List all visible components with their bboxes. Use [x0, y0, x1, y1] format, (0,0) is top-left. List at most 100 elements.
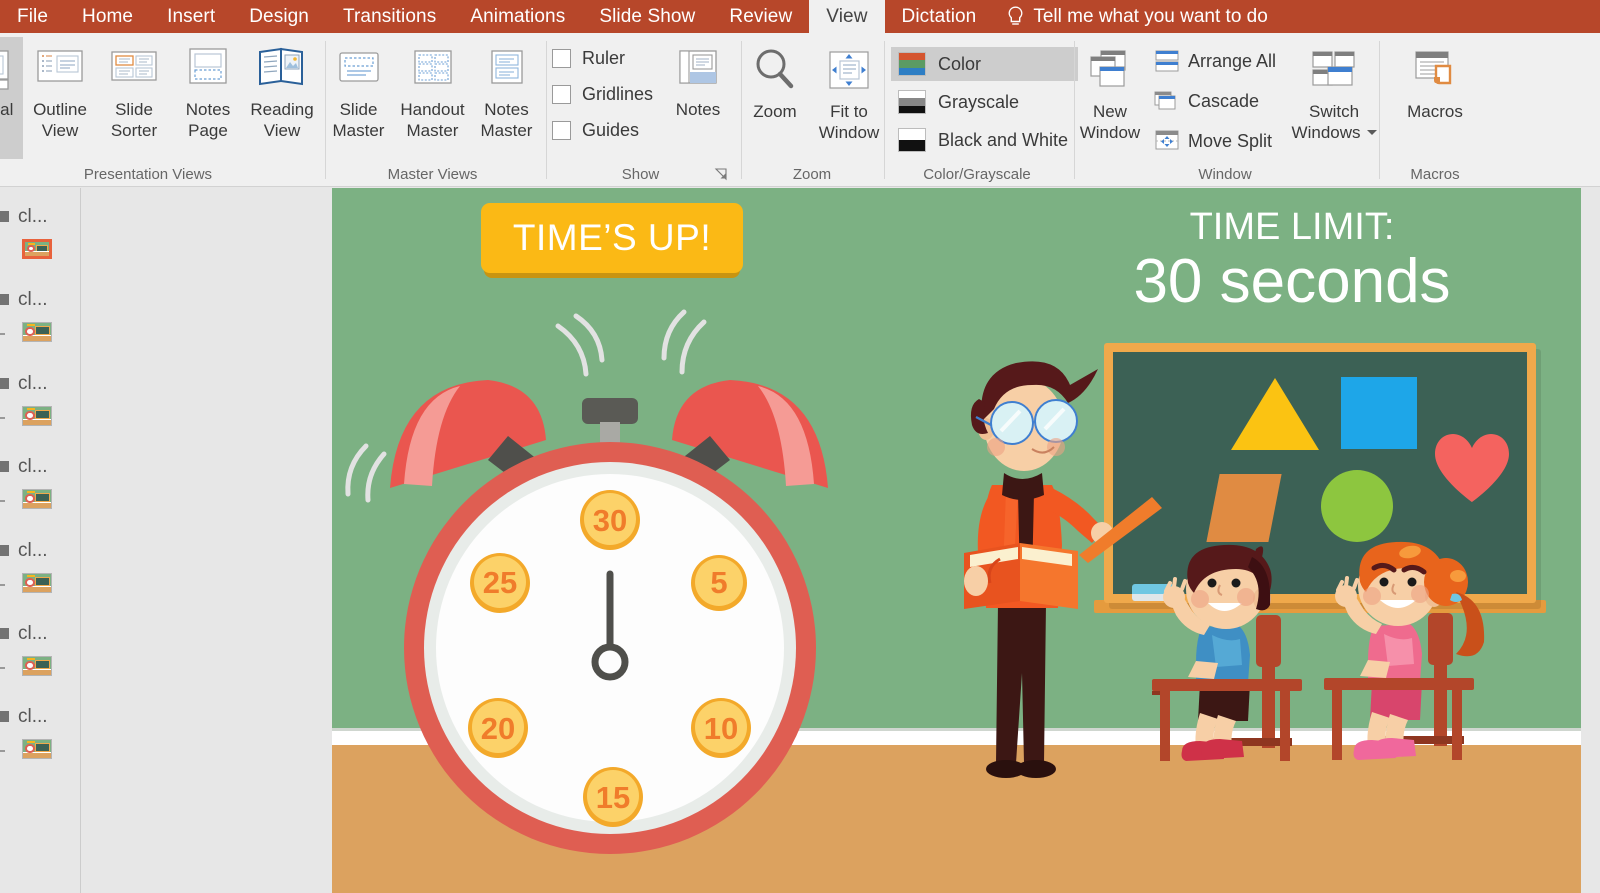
switch-windows-icon	[1308, 45, 1360, 97]
move-split-button[interactable]: Move Split	[1154, 125, 1276, 157]
student-girl-figure	[1322, 538, 1522, 788]
shape-heart	[1433, 432, 1511, 504]
times-up-banner: TIME’S UP!	[481, 203, 743, 273]
handout-master-button[interactable]: Handout Master	[396, 37, 470, 159]
group-title-presentation-views: Presentation Views	[83, 166, 213, 183]
time-limit-label: TIME LIMIT:	[1189, 206, 1395, 248]
thumbnail-label-4: cl...	[18, 456, 48, 477]
group-title-macros: Macros	[1410, 166, 1460, 183]
color-swatch-icon	[898, 52, 926, 76]
thumbnail-label-1: cl...	[18, 206, 48, 227]
group-title-master-views: Master Views	[387, 166, 478, 183]
thumbnail-preview-7[interactable]	[22, 739, 52, 759]
notes-master-label-line2: Master	[480, 121, 533, 140]
group-show: Ruler Gridlines Guides Notes Show	[547, 33, 734, 187]
thumbnail-grip-7	[0, 711, 9, 722]
clock-marker-30: 30	[593, 503, 627, 538]
cascade-button[interactable]: Cascade	[1154, 85, 1276, 117]
thumbnail-preview-4[interactable]	[22, 489, 52, 509]
thumbnail-grip-1	[0, 211, 9, 222]
lightbulb-icon	[1008, 5, 1023, 25]
slide-thumbnail-panel[interactable]: cl... cl... cl... cl... cl... cl... cl..…	[0, 188, 81, 893]
tab-home[interactable]: Home	[65, 0, 150, 33]
tab-slide-show[interactable]: Slide Show	[582, 0, 712, 33]
alarm-clock: 30 5 10 15 20 25	[332, 288, 852, 854]
macros-button[interactable]: Macros	[1390, 39, 1480, 124]
thumbnail-preview-5[interactable]	[22, 573, 52, 593]
ruler-checkbox-row[interactable]: Ruler	[551, 43, 653, 73]
ruler-checkbox[interactable]	[551, 48, 571, 68]
group-zoom: Zoom Fit to Window Zoom	[742, 33, 882, 187]
notes-page-button[interactable]: Notes Page	[171, 37, 245, 159]
arrange-all-icon	[1154, 49, 1180, 73]
thumbnail-stub-7	[0, 750, 5, 752]
grayscale-option[interactable]: Grayscale	[891, 85, 1078, 119]
group-macros: Macros Macros	[1380, 33, 1490, 187]
switch-windows-label-line1: Switch	[1308, 102, 1360, 121]
thumbnail-preview-3[interactable]	[22, 406, 52, 426]
reading-view-icon	[256, 43, 308, 95]
fit-to-window-button[interactable]: Fit to Window	[812, 39, 886, 145]
shape-parallelogram	[1206, 474, 1282, 542]
arrange-all-label: Arrange All	[1187, 50, 1277, 71]
slide-sorter-label-line2: Sorter	[110, 121, 158, 140]
thumbnail-grip-2	[0, 294, 9, 305]
color-option[interactable]: Color	[891, 47, 1079, 81]
group-presentation-views: Normal	[0, 33, 314, 187]
tab-design[interactable]: Design	[232, 0, 326, 33]
chevron-down-icon[interactable]	[1366, 129, 1377, 136]
thumbnail-stub-4	[0, 500, 5, 502]
macros-icon	[1409, 45, 1461, 97]
outline-view-label-line2: View	[41, 121, 79, 140]
group-title-show: Show	[621, 166, 660, 183]
notes-pane-button[interactable]: Notes	[661, 37, 735, 122]
notes-master-icon	[481, 43, 533, 95]
shape-square	[1341, 377, 1417, 449]
group-title-zoom: Zoom	[792, 166, 832, 183]
show-dialog-launcher-icon[interactable]	[714, 167, 728, 181]
normal-view-button[interactable]: Normal	[0, 37, 23, 159]
clock-marker-20: 20	[481, 711, 515, 746]
tab-transitions[interactable]: Transitions	[326, 0, 453, 33]
gridlines-checkbox-row[interactable]: Gridlines	[551, 79, 653, 109]
slide-canvas-area[interactable]: 30 5 10 15 20 25 TIME’S UP! TIME LIMIT: …	[82, 188, 1600, 893]
notes-master-button[interactable]: Notes Master	[470, 37, 544, 159]
reading-view-button[interactable]: Reading View	[245, 37, 319, 159]
zoom-magnifier-icon	[749, 45, 801, 97]
tab-animations[interactable]: Animations	[453, 0, 582, 33]
slide-surface[interactable]: 30 5 10 15 20 25 TIME’S UP! TIME LIMIT: …	[332, 188, 1581, 893]
tell-me-box[interactable]: Tell me what you want to do	[993, 0, 1281, 33]
tab-review[interactable]: Review	[712, 0, 809, 33]
black-and-white-swatch-icon	[898, 128, 926, 152]
tab-dictation[interactable]: Dictation	[885, 0, 994, 33]
clock-marker-10: 10	[704, 711, 738, 746]
tab-view[interactable]: View	[809, 0, 885, 33]
fit-to-window-label-line2: Window	[818, 123, 880, 142]
slide-master-button[interactable]: Slide Master	[322, 37, 396, 159]
guides-checkbox-row[interactable]: Guides	[551, 115, 653, 145]
slide-sorter-button[interactable]: Slide Sorter	[97, 37, 171, 159]
zoom-button[interactable]: Zoom	[738, 39, 812, 124]
switch-windows-button[interactable]: Switch Windows	[1288, 39, 1380, 145]
handout-master-label-line2: Master	[406, 121, 459, 140]
thumbnail-stub-5	[0, 584, 5, 586]
outline-view-button[interactable]: Outline View	[23, 37, 97, 159]
thumbnail-preview-6[interactable]	[22, 656, 52, 676]
thumbnail-preview-1[interactable]	[22, 239, 52, 259]
group-title-window: Window	[1198, 166, 1252, 183]
guides-label: Guides	[581, 119, 640, 140]
new-window-button[interactable]: New Window	[1070, 39, 1150, 145]
tab-insert[interactable]: Insert	[150, 0, 232, 33]
thumbnail-label-5: cl...	[18, 540, 48, 561]
tab-file[interactable]: File	[0, 0, 65, 33]
tell-me-label: Tell me what you want to do	[1033, 5, 1268, 27]
gridlines-checkbox[interactable]	[551, 84, 571, 104]
arrange-all-button[interactable]: Arrange All	[1154, 45, 1276, 77]
thumbnail-label-7: cl...	[18, 706, 48, 727]
move-split-icon	[1154, 129, 1180, 153]
guides-checkbox[interactable]	[551, 120, 571, 140]
pointer-stick	[1079, 497, 1162, 563]
thumbnail-preview-2[interactable]	[22, 322, 52, 342]
group-master-views: Slide Master Handout Master Notes Master…	[326, 33, 539, 187]
black-and-white-option[interactable]: Black and White	[891, 123, 1078, 157]
